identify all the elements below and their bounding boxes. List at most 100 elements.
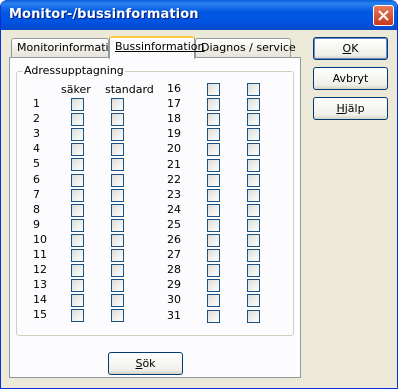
tab-label: Bussinformation bbox=[115, 40, 205, 53]
left-saker-checkbox[interactable] bbox=[71, 188, 84, 202]
left-standard-checkbox[interactable] bbox=[111, 264, 124, 278]
ok-label-rest: K bbox=[351, 42, 359, 55]
right-saker-checkbox[interactable] bbox=[207, 249, 220, 263]
right-standard-checkbox[interactable] bbox=[247, 264, 260, 278]
right-standard-checkbox[interactable] bbox=[247, 113, 260, 127]
right-standard-checkbox[interactable] bbox=[247, 294, 260, 308]
right-standard-checkbox[interactable] bbox=[247, 279, 260, 293]
help-button[interactable]: Hjälp bbox=[313, 97, 388, 120]
left-address-label: 7 bbox=[33, 187, 40, 201]
left-address-label: 13 bbox=[33, 278, 47, 292]
right-standard-checkbox[interactable] bbox=[247, 188, 260, 202]
right-standard-checkbox[interactable] bbox=[247, 83, 260, 96]
right-standard-checkbox[interactable] bbox=[247, 173, 260, 187]
left-standard-checkbox[interactable] bbox=[111, 143, 124, 157]
right-address-label: 22 bbox=[167, 172, 181, 186]
right-standard-checkbox[interactable] bbox=[247, 98, 260, 112]
left-saker-checkbox[interactable] bbox=[71, 128, 84, 142]
right-address-label: 26 bbox=[167, 233, 181, 246]
left-saker-checkbox[interactable] bbox=[71, 249, 84, 262]
left-standard-checkbox[interactable] bbox=[111, 113, 124, 127]
ok-accel-key: O bbox=[342, 42, 352, 55]
left-standard-checkbox[interactable] bbox=[111, 233, 124, 247]
right-saker-checkbox[interactable] bbox=[207, 264, 220, 278]
right-standard-checkbox[interactable] bbox=[247, 203, 260, 217]
right-standard-checkbox[interactable] bbox=[247, 128, 260, 142]
ok-button[interactable]: OK bbox=[313, 37, 388, 60]
right-standard-checkbox[interactable] bbox=[247, 218, 260, 232]
left-standard-checkbox[interactable] bbox=[111, 249, 124, 262]
left-saker-checkbox[interactable] bbox=[71, 264, 84, 278]
left-saker-checkbox[interactable] bbox=[71, 98, 84, 111]
left-standard-checkbox[interactable] bbox=[111, 158, 124, 172]
left-saker-checkbox[interactable] bbox=[71, 233, 84, 247]
left-address-label: 10 bbox=[33, 232, 47, 246]
left-standard-checkbox[interactable] bbox=[111, 188, 124, 202]
left-saker-checkbox[interactable] bbox=[71, 309, 84, 323]
left-standard-checkbox[interactable] bbox=[111, 203, 124, 217]
cancel-button[interactable]: Avbryt bbox=[313, 67, 388, 90]
left-address-label: 4 bbox=[33, 142, 40, 156]
left-saker-checkbox[interactable] bbox=[71, 113, 84, 127]
right-saker-checkbox[interactable] bbox=[207, 128, 220, 142]
right-standard-checkbox[interactable] bbox=[247, 249, 260, 263]
right-standard-checkbox[interactable] bbox=[247, 309, 260, 323]
left-standard-checkbox[interactable] bbox=[111, 279, 124, 293]
right-saker-checkbox[interactable] bbox=[207, 98, 220, 112]
dialog-window: Monitor-/bussinformation Monitorinformat… bbox=[0, 0, 398, 389]
left-standard-checkbox[interactable] bbox=[111, 309, 124, 323]
right-standard-checkbox[interactable] bbox=[247, 143, 260, 157]
left-saker-checkbox[interactable] bbox=[71, 218, 84, 232]
left-saker-checkbox[interactable] bbox=[71, 279, 84, 293]
search-button[interactable]: Sök bbox=[108, 352, 183, 375]
left-saker-checkbox[interactable] bbox=[71, 173, 84, 187]
right-address-label: 18 bbox=[167, 112, 181, 126]
right-saker-checkbox[interactable] bbox=[207, 158, 220, 172]
help-label-rest: jälp bbox=[344, 102, 365, 115]
tab-diagnos-service[interactable]: Diagnos / service bbox=[195, 38, 296, 58]
left-standard-checkbox[interactable] bbox=[111, 173, 124, 187]
left-saker-checkbox[interactable] bbox=[71, 203, 84, 217]
left-address-label: 2 bbox=[33, 112, 40, 126]
right-address-label: 17 bbox=[167, 97, 181, 111]
search-label-rest: ök bbox=[142, 357, 156, 370]
tab-bussinformation[interactable]: Bussinformation bbox=[109, 36, 204, 59]
left-address-label: 1 bbox=[33, 97, 40, 110]
left-standard-checkbox[interactable] bbox=[111, 98, 124, 111]
right-saker-checkbox[interactable] bbox=[207, 294, 220, 308]
left-address-label: 9 bbox=[33, 217, 40, 231]
right-saker-checkbox[interactable] bbox=[207, 218, 220, 232]
right-address-label: 25 bbox=[167, 217, 181, 231]
right-saker-checkbox[interactable] bbox=[207, 203, 220, 217]
left-standard-checkbox[interactable] bbox=[111, 294, 124, 308]
right-saker-checkbox[interactable] bbox=[207, 173, 220, 187]
left-saker-checkbox[interactable] bbox=[71, 294, 84, 308]
tab-label: Diagnos / service bbox=[201, 41, 296, 54]
right-address-label: 28 bbox=[167, 263, 181, 277]
right-saker-checkbox[interactable] bbox=[207, 188, 220, 202]
right-saker-checkbox[interactable] bbox=[207, 234, 220, 247]
left-address-label: 11 bbox=[33, 248, 47, 261]
right-saker-checkbox[interactable] bbox=[207, 83, 220, 96]
right-saker-checkbox[interactable] bbox=[207, 309, 220, 323]
close-icon bbox=[378, 10, 389, 21]
left-saker-checkbox[interactable] bbox=[71, 158, 84, 172]
tab-monitorinformation[interactable]: Monitorinformation bbox=[11, 38, 122, 58]
left-address-label: 12 bbox=[33, 263, 47, 277]
address-groupbox: Adressupptagning säker standard 12345678… bbox=[16, 64, 294, 336]
left-standard-checkbox[interactable] bbox=[111, 218, 124, 232]
right-saker-checkbox[interactable] bbox=[207, 143, 220, 157]
tab-panel-bussinformation: Adressupptagning säker standard 12345678… bbox=[9, 57, 301, 378]
close-button[interactable] bbox=[373, 5, 394, 26]
right-address-label: 29 bbox=[167, 278, 181, 292]
right-address-label: 30 bbox=[167, 293, 181, 307]
right-standard-checkbox[interactable] bbox=[247, 158, 260, 172]
left-address-label: 6 bbox=[33, 172, 40, 186]
right-saker-checkbox[interactable] bbox=[207, 113, 220, 127]
title-bar[interactable]: Monitor-/bussinformation bbox=[1, 0, 397, 30]
right-saker-checkbox[interactable] bbox=[207, 279, 220, 293]
window-title: Monitor-/bussinformation bbox=[9, 7, 199, 22]
left-standard-checkbox[interactable] bbox=[111, 128, 124, 142]
right-standard-checkbox[interactable] bbox=[247, 234, 260, 247]
left-saker-checkbox[interactable] bbox=[71, 143, 84, 157]
